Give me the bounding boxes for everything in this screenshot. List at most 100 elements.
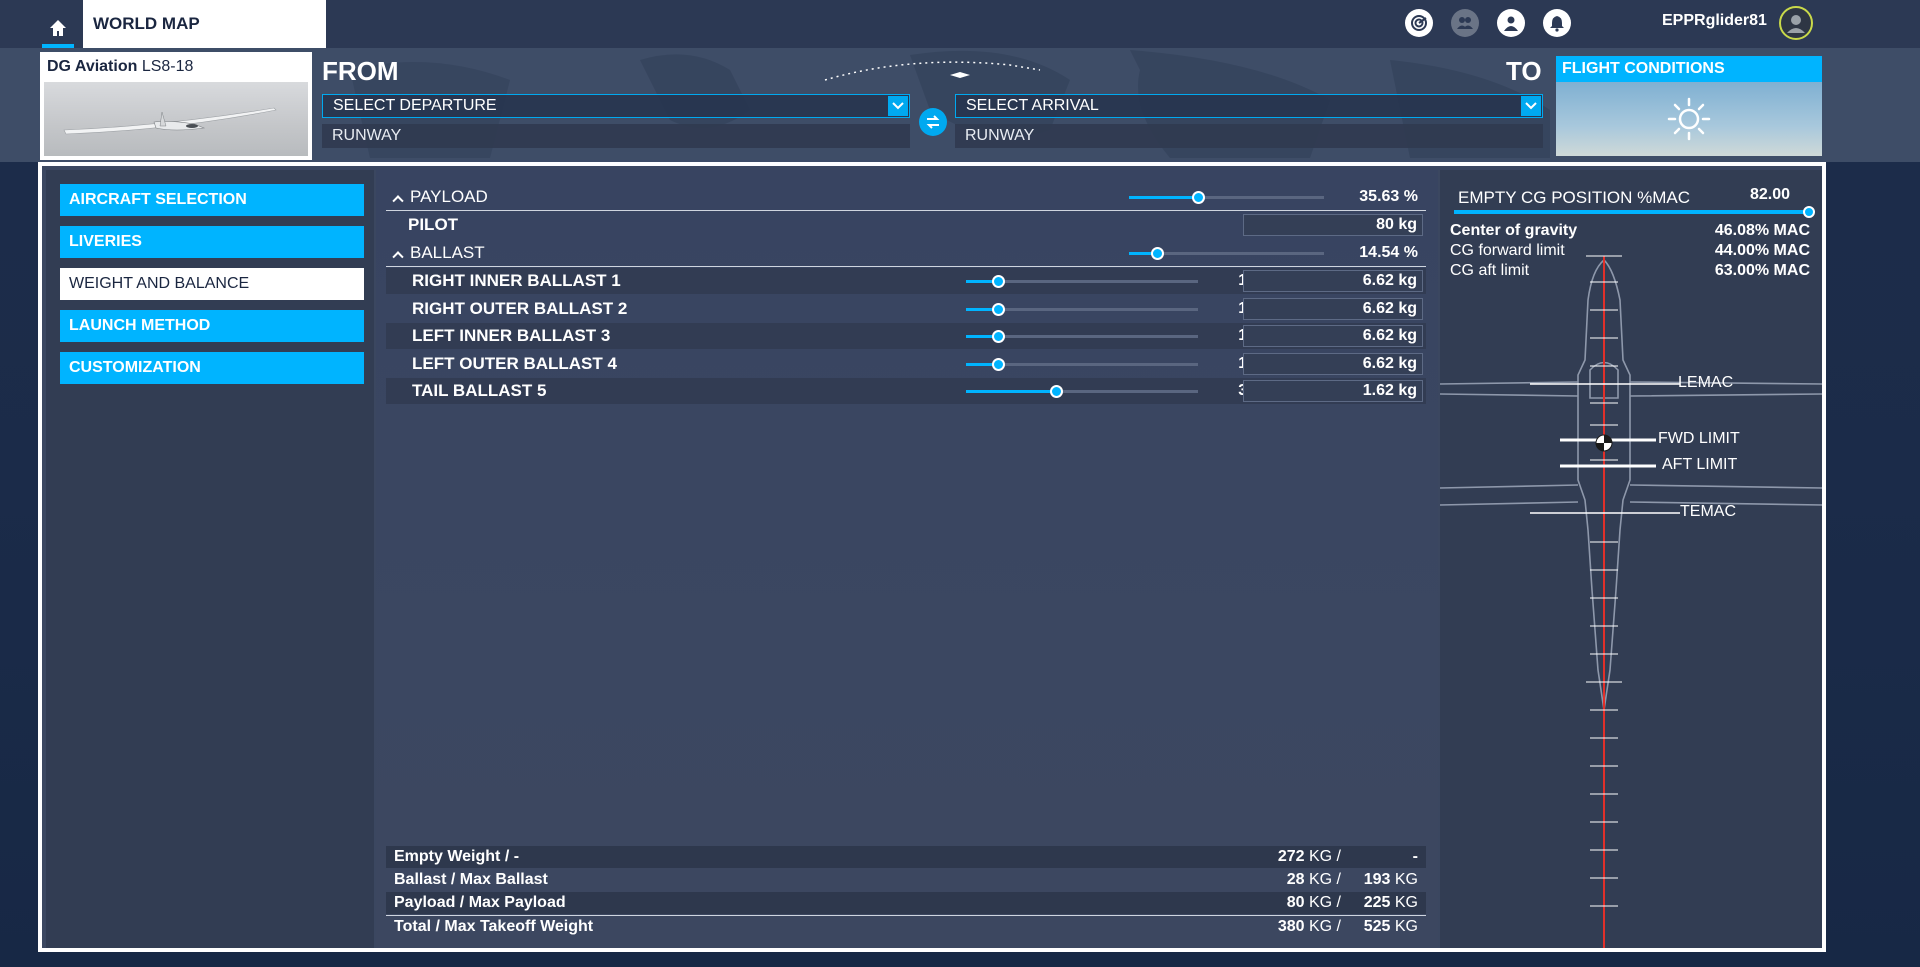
summary-max: 225 KG: [1363, 894, 1418, 911]
ballast-label: BALLAST: [392, 243, 485, 263]
ballast-item-label: LEFT OUTER BALLAST 4: [412, 354, 617, 373]
top-bar: WORLD MAP EPPRglider81: [0, 0, 1920, 48]
pilot-label: PILOT: [408, 215, 459, 234]
nav-aircraft-selection[interactable]: AIRCRAFT SELECTION: [60, 184, 364, 216]
arrival-select-label: SELECT ARRIVAL: [966, 97, 1099, 114]
summary-max: 525 KG: [1363, 918, 1418, 935]
chevron-down-icon: [1521, 96, 1541, 116]
pilot-weight-input[interactable]: 80 kg: [1243, 214, 1423, 236]
ballast-item-row: RIGHT INNER BALLAST 1 14 6.62 kg: [386, 268, 1426, 294]
collapse-caret-icon: [392, 251, 404, 263]
avatar-icon: [1787, 15, 1805, 33]
ballast-item-slider[interactable]: [966, 274, 1198, 288]
ballast-item-slider[interactable]: [966, 302, 1198, 316]
nav-label: LAUNCH METHOD: [69, 317, 211, 334]
arrival-runway-label: RUNWAY: [965, 127, 1035, 144]
arrival-runway-field[interactable]: RUNWAY: [955, 124, 1543, 148]
aft-limit-label: AFT LIMIT: [1662, 456, 1738, 473]
departure-select-label: SELECT DEPARTURE: [333, 97, 497, 114]
summary-label: Ballast / Max Ballast: [394, 871, 548, 888]
ballast-item-row: TAIL BALLAST 5 39 1.62 kg: [386, 378, 1426, 404]
summary-row: Empty Weight / - 272 KG / -: [386, 846, 1426, 868]
nav-label: AIRCRAFT SELECTION: [69, 191, 247, 208]
summary-row: Ballast / Max Ballast 28 KG / 193 KG: [386, 869, 1426, 891]
departure-runway-field[interactable]: RUNWAY: [322, 124, 910, 148]
aircraft-name: DG Aviation LS8-18: [47, 58, 193, 76]
arrival-select[interactable]: SELECT ARRIVAL: [955, 94, 1543, 118]
departure-select[interactable]: SELECT DEPARTURE: [322, 94, 910, 118]
pilot-row: PILOT 80 kg: [386, 212, 1426, 238]
summary-label: Empty Weight / -: [394, 848, 520, 865]
summary-value: 80 KG /: [1286, 894, 1341, 911]
cg-panel: EMPTY CG POSITION %MAC 82.00 Center of g…: [1440, 170, 1822, 948]
swap-icon: [926, 115, 940, 129]
home-icon: [50, 20, 66, 36]
payload-slider-knob[interactable]: [1192, 190, 1206, 204]
collapse-caret-icon: [392, 195, 404, 207]
ballast-item-weight-input[interactable]: 6.62 kg: [1243, 353, 1423, 375]
summary-value: 28 KG /: [1286, 871, 1341, 888]
payload-slider[interactable]: [1129, 190, 1324, 204]
home-button[interactable]: [40, 10, 76, 48]
ballast-item-label: RIGHT OUTER BALLAST 2: [412, 299, 628, 318]
world-map-tab-label: WORLD MAP: [93, 14, 200, 33]
temac-label: TEMAC: [1680, 503, 1736, 520]
world-map-tab[interactable]: WORLD MAP: [83, 0, 326, 48]
nav-customization[interactable]: CUSTOMIZATION: [60, 352, 364, 384]
summary-value: 380 KG /: [1277, 918, 1341, 935]
flight-conditions-sky: [1556, 82, 1822, 156]
to-label: TO: [1506, 56, 1542, 86]
ballast-item-weight-input[interactable]: 1.62 kg: [1243, 380, 1423, 402]
ballast-item-slider-knob[interactable]: [992, 302, 1006, 316]
nav-liveries[interactable]: LIVERIES: [60, 226, 364, 258]
ballast-item-row: RIGHT OUTER BALLAST 2 14 6.62 kg: [386, 296, 1426, 322]
ballast-row[interactable]: BALLAST 14.54 %: [386, 240, 1426, 266]
summary-max: 193 KG: [1363, 871, 1418, 888]
ballast-item-slider[interactable]: [966, 357, 1198, 371]
nav-label: WEIGHT AND BALANCE: [69, 275, 250, 292]
from-label: FROM: [322, 56, 399, 86]
divider: [386, 210, 1426, 211]
notification-bell-icon[interactable]: [1543, 9, 1571, 37]
aircraft-card[interactable]: DG Aviation LS8-18: [40, 52, 312, 160]
ballast-item-slider[interactable]: [966, 384, 1198, 398]
summary-row-total: Total / Max Takeoff Weight 380 KG / 525 …: [386, 916, 1426, 938]
nav-label: LIVERIES: [69, 233, 142, 250]
lemac-label: LEMAC: [1678, 374, 1734, 391]
ballast-item-slider-knob[interactable]: [1050, 384, 1064, 398]
flight-conditions-title: FLIGHT CONDITIONS: [1556, 56, 1822, 82]
glider-cg-diagram: [1440, 255, 1822, 948]
ballast-item-weight-input[interactable]: 6.62 kg: [1243, 325, 1423, 347]
ballast-item-slider-fill: [966, 389, 1057, 393]
ballast-item-weight-input[interactable]: 6.62 kg: [1243, 270, 1423, 292]
ballast-item-label: RIGHT INNER BALLAST 1: [412, 271, 621, 290]
profile-icon[interactable]: [1497, 9, 1525, 37]
sun-icon: [1667, 97, 1711, 141]
ballast-item-slider-knob[interactable]: [992, 274, 1006, 288]
summary-label: Payload / Max Payload: [394, 894, 566, 911]
nav-label: CUSTOMIZATION: [69, 359, 201, 376]
departure-runway-label: RUNWAY: [332, 127, 402, 144]
ballast-item-slider-knob[interactable]: [992, 329, 1006, 343]
ballast-slider[interactable]: [1129, 246, 1324, 260]
ballast-item-label: LEFT INNER BALLAST 3: [412, 326, 611, 345]
payload-percent: 35.63 %: [1359, 188, 1418, 205]
ballast-slider-knob[interactable]: [1151, 246, 1165, 260]
avatar[interactable]: [1779, 6, 1813, 40]
payload-row[interactable]: PAYLOAD 35.63 %: [386, 184, 1426, 210]
nav-weight-and-balance[interactable]: WEIGHT AND BALANCE: [60, 268, 364, 300]
friends-icon[interactable]: [1451, 9, 1479, 37]
left-nav: AIRCRAFT SELECTION LIVERIES WEIGHT AND B…: [46, 170, 374, 948]
payload-slider-fill: [1129, 195, 1199, 199]
username[interactable]: EPPRglider81: [1662, 12, 1767, 30]
ballast-item-slider-knob[interactable]: [992, 357, 1006, 371]
ballast-item-slider[interactable]: [966, 329, 1198, 343]
aircraft-image: [44, 82, 308, 156]
activity-icon[interactable]: [1405, 9, 1433, 37]
nav-launch-method[interactable]: LAUNCH METHOD: [60, 310, 364, 342]
ballast-item-label: TAIL BALLAST 5: [412, 381, 547, 400]
payload-label: PAYLOAD: [392, 187, 488, 207]
ballast-item-weight-input[interactable]: 6.62 kg: [1243, 298, 1423, 320]
flight-conditions-card[interactable]: FLIGHT CONDITIONS: [1556, 56, 1822, 156]
swap-button[interactable]: [919, 108, 947, 136]
